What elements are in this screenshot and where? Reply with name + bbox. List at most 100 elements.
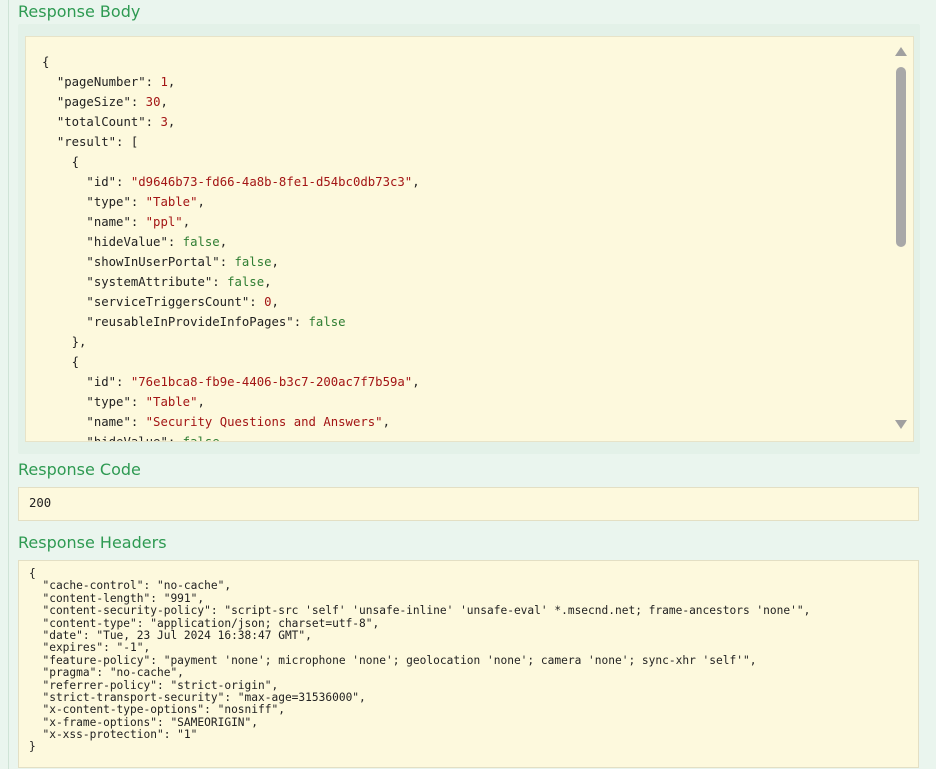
- body-code-line: "systemAttribute": false,: [42, 272, 420, 292]
- scrollbar-thumb[interactable]: [896, 67, 906, 247]
- code-token: "name": [86, 215, 131, 229]
- code-token: "Table": [145, 395, 198, 409]
- body-code-line: "type": "Table",: [42, 392, 420, 412]
- code-token: 30: [145, 95, 161, 109]
- scroll-down-icon[interactable]: [895, 420, 907, 429]
- code-token: "reusableInProvideInfoPages": [86, 315, 294, 329]
- body-code-line: "name": "Security Questions and Answers"…: [42, 412, 420, 432]
- code-token: ,: [167, 75, 176, 89]
- code-token: ,: [182, 215, 191, 229]
- code-token: {: [42, 355, 80, 369]
- code-token: :: [130, 415, 146, 429]
- code-token: :: [145, 75, 161, 89]
- body-code-line: {: [42, 52, 420, 72]
- code-token: 3: [160, 115, 168, 129]
- section-border: [8, 0, 9, 769]
- code-token: {: [42, 55, 50, 69]
- code-token: false: [234, 255, 272, 269]
- code-token: ,: [271, 255, 279, 269]
- body-scrollbar[interactable]: [889, 37, 913, 441]
- code-token: "serviceTriggersCount": [86, 295, 250, 309]
- code-token: "d9646b73-fd66-4a8b-8fe1-d54bc0db73c3": [130, 175, 413, 189]
- code-token: "pageSize": [56, 95, 131, 109]
- code-token: ,: [219, 235, 228, 249]
- code-token: "type": [86, 395, 131, 409]
- code-token: :: [219, 255, 235, 269]
- response-headers-box: { "cache-control": "no-cache", "content-…: [18, 560, 919, 768]
- header-line: }: [29, 740, 36, 754]
- code-token: ,: [167, 115, 176, 129]
- body-code-line: "showInUserPortal": false,: [42, 252, 420, 272]
- code-token: "Security Questions and Answers": [145, 415, 383, 429]
- code-token: 1: [160, 75, 168, 89]
- body-code-line: "type": "Table",: [42, 192, 420, 212]
- code-token: false: [308, 315, 346, 329]
- code-token: "systemAttribute": [86, 275, 213, 289]
- body-code-line: "serviceTriggersCount": 0,: [42, 292, 420, 312]
- code-token: "type": [86, 195, 131, 209]
- body-code-line: "id": "d9646b73-fd66-4a8b-8fe1-d54bc0db7…: [42, 172, 420, 192]
- code-token: ,: [412, 175, 420, 189]
- code-token: ,: [197, 195, 205, 209]
- code-token: :: [130, 395, 146, 409]
- body-code-line: "result": [: [42, 132, 420, 152]
- code-token: "name": [86, 415, 131, 429]
- code-token: :: [130, 95, 146, 109]
- body-code-line: {: [42, 152, 420, 172]
- body-code-line: "reusableInProvideInfoPages": false: [42, 312, 420, 332]
- code-token: ,: [412, 375, 420, 389]
- code-token: :: [293, 315, 309, 329]
- code-token: :: [167, 235, 183, 249]
- code-token: :: [116, 375, 131, 389]
- code-token: 0: [264, 295, 272, 309]
- code-token: :: [212, 275, 228, 289]
- body-code-line: "hideValue": false,: [42, 432, 420, 442]
- header-line: "cache-control": "no-cache",: [29, 579, 232, 593]
- code-token: ,: [197, 395, 205, 409]
- code-token: "result": [56, 135, 117, 149]
- body-code-line: "pageSize": 30,: [42, 92, 420, 112]
- code-token: ,: [271, 295, 279, 309]
- code-token: {: [42, 155, 80, 169]
- code-token: "Table": [145, 195, 198, 209]
- code-token: ,: [382, 415, 390, 429]
- code-token: ,: [160, 95, 168, 109]
- code-token: "id": [86, 175, 117, 189]
- code-token: "76e1bca8-fb9e-4406-b3c7-200ac7f7b59a": [130, 375, 413, 389]
- response-body-title: Response Body: [18, 2, 141, 21]
- header-line: "x-content-type-options": "nosniff",: [29, 703, 285, 717]
- header-line: "content-security-policy": "script-src '…: [29, 604, 811, 618]
- body-code-line: {: [42, 352, 420, 372]
- code-token: false: [182, 435, 220, 442]
- code-token: :: [130, 215, 146, 229]
- scroll-up-icon[interactable]: [895, 47, 907, 56]
- code-token: :: [116, 175, 131, 189]
- code-token: ,: [264, 275, 272, 289]
- code-token: "showInUserPortal": [86, 255, 220, 269]
- body-code-line: "id": "76e1bca8-fb9e-4406-b3c7-200ac7f7b…: [42, 372, 420, 392]
- response-body-panel[interactable]: { "pageNumber": 1, "pageSize": 30, "tota…: [25, 36, 914, 442]
- code-token: :: [145, 115, 161, 129]
- header-line: "expires": "-1",: [29, 641, 151, 655]
- code-token: false: [227, 275, 265, 289]
- response-code-box: 200: [18, 487, 919, 521]
- code-token: "totalCount": [56, 115, 146, 129]
- response-headers-code: { "cache-control": "no-cache", "content-…: [29, 567, 811, 754]
- body-code-line: "name": "ppl",: [42, 212, 420, 232]
- code-token: "hideValue": [86, 435, 168, 442]
- code-token: : [: [116, 135, 139, 149]
- body-code-line: "totalCount": 3,: [42, 112, 420, 132]
- response-body-code: { "pageNumber": 1, "pageSize": 30, "tota…: [42, 52, 420, 442]
